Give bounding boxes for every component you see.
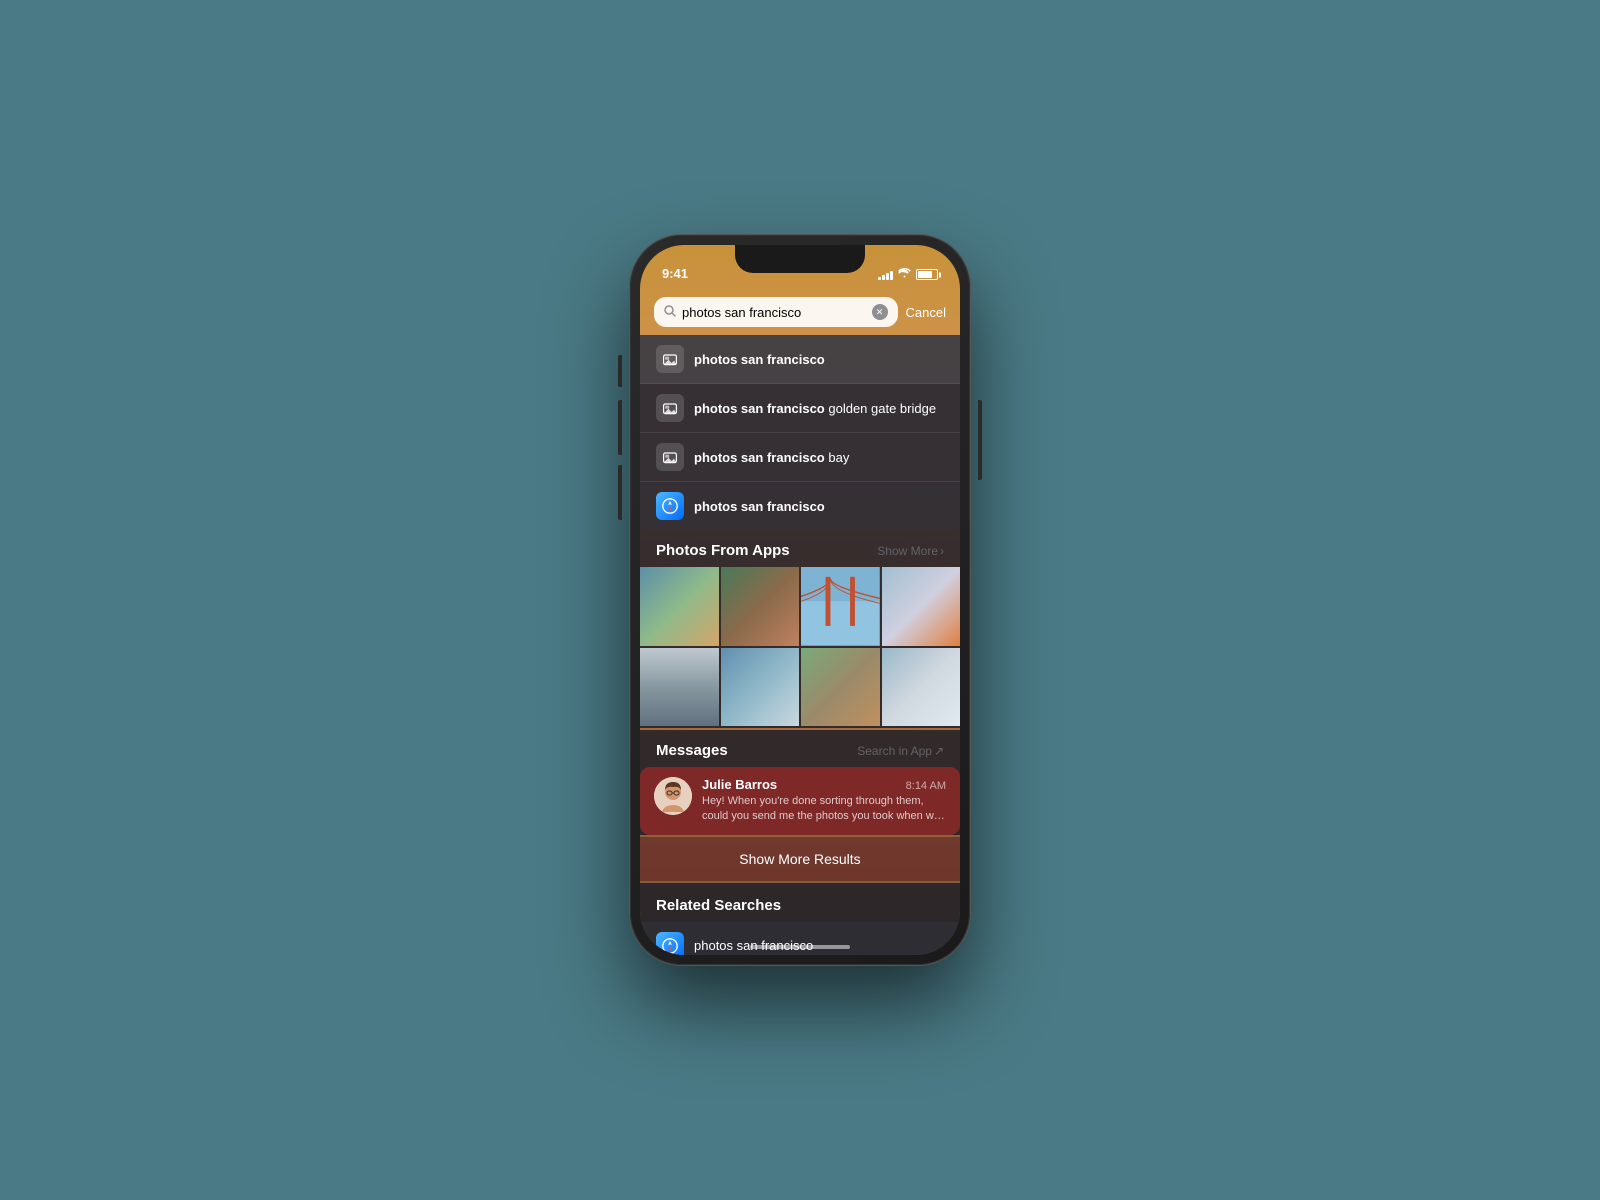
safari-icon-1 — [656, 492, 684, 520]
autocomplete-list: photos san francisco photos san francisc… — [640, 335, 960, 530]
photo-cell-8[interactable] — [882, 648, 961, 727]
photos-show-more-link[interactable]: Show More › — [877, 544, 944, 558]
photos-app-icon-2 — [656, 394, 684, 422]
autocomplete-text-2: photos san francisco golden gate bridge — [694, 401, 936, 416]
messages-section-header: Messages Search in App ↗ — [640, 730, 960, 767]
photos-app-icon-1 — [656, 345, 684, 373]
photo-cell-6[interactable] — [721, 648, 800, 727]
wifi-icon — [898, 268, 911, 281]
avatar — [654, 777, 692, 815]
search-overlay[interactable]: photos san francisco ✕ Cancel photos sa — [640, 289, 960, 955]
volume-down-button[interactable] — [618, 465, 622, 520]
external-link-icon: ↗ — [934, 744, 944, 758]
autocomplete-item-1[interactable]: photos san francisco — [640, 335, 960, 384]
photo-cell-2[interactable] — [721, 567, 800, 646]
search-input-text: photos san francisco — [682, 305, 866, 320]
autocomplete-item-3[interactable]: photos san francisco bay — [640, 433, 960, 482]
message-item-julie[interactable]: Julie Barros 8:14 AM Hey! When you're do… — [640, 767, 960, 835]
messages-section-title: Messages — [656, 742, 728, 759]
autocomplete-item-2[interactable]: photos san francisco golden gate bridge — [640, 384, 960, 433]
related-searches-title: Related Searches — [640, 885, 960, 922]
chevron-right-icon: › — [940, 544, 944, 558]
power-button[interactable] — [978, 400, 982, 480]
show-more-label: Show More — [877, 544, 938, 558]
messages-section: Messages Search in App ↗ — [640, 730, 960, 835]
search-bar-row: photos san francisco ✕ Cancel — [640, 289, 960, 335]
photo-cell-5[interactable] — [640, 648, 719, 727]
related-search-item-1[interactable]: photos san francisco — [640, 922, 960, 955]
photos-section-header: Photos From Apps Show More › — [640, 530, 960, 567]
autocomplete-item-4[interactable]: photos san francisco — [640, 482, 960, 530]
safari-icon-related — [656, 932, 684, 955]
autocomplete-text-4: photos san francisco — [694, 499, 825, 514]
battery-icon — [916, 269, 938, 280]
phone-device: 9:41 — [630, 235, 970, 965]
message-header: Julie Barros 8:14 AM — [702, 777, 946, 792]
cancel-button[interactable]: Cancel — [906, 305, 946, 320]
clear-search-button[interactable]: ✕ — [872, 304, 888, 320]
autocomplete-text-3: photos san francisco bay — [694, 450, 849, 465]
search-icon — [664, 305, 676, 320]
photo-cell-1[interactable] — [640, 567, 719, 646]
status-time: 9:41 — [662, 266, 688, 283]
show-more-results-button[interactable]: Show More Results — [640, 837, 960, 881]
message-time: 8:14 AM — [906, 780, 946, 792]
photo-cell-4[interactable] — [882, 567, 961, 646]
home-indicator[interactable] — [750, 945, 850, 949]
autocomplete-text-1: photos san francisco — [694, 352, 825, 367]
notch — [735, 245, 865, 273]
volume-up-button[interactable] — [618, 400, 622, 455]
phone-screen: 9:41 — [640, 245, 960, 955]
search-in-app-label: Search in App — [857, 744, 932, 758]
search-bar[interactable]: photos san francisco ✕ — [654, 297, 898, 327]
photos-section-title: Photos From Apps — [656, 542, 790, 559]
photos-from-apps-section: Photos From Apps Show More › — [640, 530, 960, 728]
signal-icon — [878, 270, 893, 280]
status-icons — [878, 268, 938, 283]
mute-button[interactable] — [618, 355, 622, 387]
photos-app-icon-3 — [656, 443, 684, 471]
photo-cell-3[interactable] — [801, 567, 880, 646]
photo-cell-7[interactable] — [801, 648, 880, 727]
message-content: Julie Barros 8:14 AM Hey! When you're do… — [702, 777, 946, 825]
messages-search-in-app-link[interactable]: Search in App ↗ — [857, 744, 944, 758]
message-preview: Hey! When you're done sorting through th… — [702, 794, 946, 825]
photo-grid — [640, 567, 960, 728]
message-sender-name: Julie Barros — [702, 777, 777, 792]
